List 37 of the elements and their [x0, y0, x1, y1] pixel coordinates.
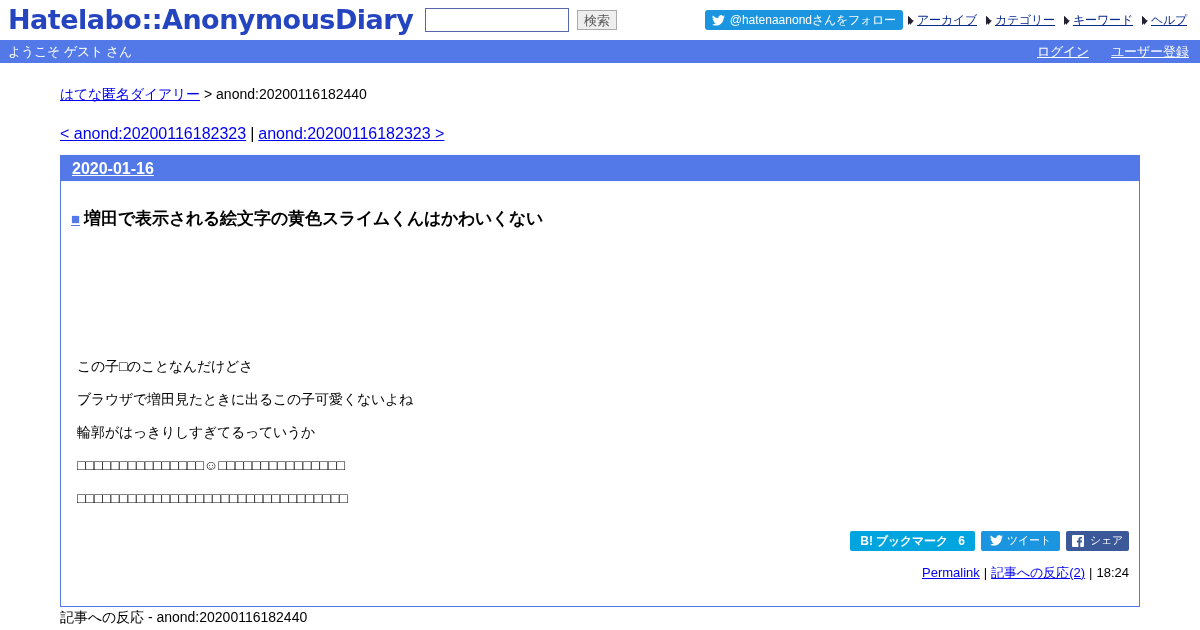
- separator-text: |: [983, 563, 988, 582]
- body-text: □□□□□□□□□□□□□□□□□□□□□□□□□□□□□□□□: [77, 488, 349, 508]
- body-text: □□□□□□□□□□□□□□□☺□□□□□□□□□□□□□□□: [77, 455, 346, 475]
- breadcrumb-link[interactable]: はてな匿名ダイアリー: [60, 84, 200, 105]
- date-link[interactable]: 2020-01-16: [72, 156, 154, 181]
- body-text: この子□のことなんだけどさ: [77, 356, 255, 376]
- chevron-icon: [1064, 15, 1070, 25]
- body-text: 輪郭がはっきりしすぎてるっていうか: [77, 422, 316, 442]
- body-text: ブラウザで増田見たときに出るこの子可愛くないよね: [77, 389, 414, 409]
- share-button[interactable]: シェア: [1066, 530, 1129, 551]
- breadcrumb-current: > anond:20200116182440: [204, 85, 367, 104]
- chevron-icon: [986, 15, 992, 25]
- search-button[interactable]: 検索: [577, 10, 618, 30]
- nav-link[interactable]: アーカイブ: [917, 11, 977, 29]
- site-logo[interactable]: Hatelabo::AnonymousDiary: [8, 0, 414, 41]
- entry-mark-link[interactable]: ■: [71, 207, 81, 230]
- user-link[interactable]: ユーザー登録: [1111, 41, 1189, 62]
- bird-icon: [990, 535, 1003, 546]
- nav-link[interactable]: ヘルプ: [1151, 11, 1187, 29]
- user-link[interactable]: ログイン: [1037, 41, 1089, 62]
- nav-link[interactable]: カテゴリー: [995, 11, 1055, 29]
- previous-entry-link[interactable]: < anond:20200116182323: [60, 122, 247, 146]
- chevron-icon: [908, 15, 914, 25]
- pager-separator: |: [250, 124, 255, 144]
- search-field[interactable]: [425, 8, 570, 32]
- entry-time: 18:24: [1096, 563, 1129, 582]
- facebook-icon: [1072, 534, 1084, 547]
- nav-link[interactable]: キーワード: [1073, 11, 1133, 29]
- bird-icon: [711, 14, 725, 26]
- reactions-link[interactable]: 記事への反応(2): [991, 562, 1086, 582]
- separator-text: |: [1089, 563, 1093, 582]
- reactions-heading: 記事への反応 - anond:20200116182440: [60, 609, 309, 625]
- permalink-link[interactable]: Permalink: [922, 562, 980, 582]
- chevron-icon: [1142, 15, 1148, 25]
- entry-title: 増田で表示される絵文字の黄色スライムくんはかわいくない: [84, 208, 544, 230]
- next-entry-link[interactable]: anond:20200116182323 >: [258, 122, 445, 146]
- welcome-text: ようこそ ゲスト さん: [8, 42, 133, 61]
